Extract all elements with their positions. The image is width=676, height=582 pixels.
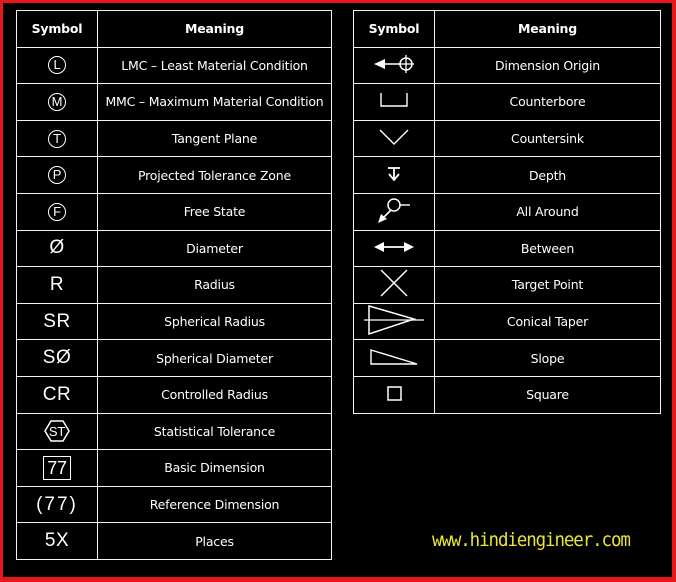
- table-row: R Radius: [16, 266, 332, 304]
- table-row: ST Statistical Tolerance: [16, 412, 332, 451]
- square-icon: [386, 385, 402, 401]
- meaning-cell: Places: [97, 522, 332, 560]
- meaning-cell: Countersink: [434, 119, 661, 158]
- diameter-icon: Ø: [49, 237, 65, 259]
- table-header: Symbol Meaning: [16, 10, 332, 48]
- header-symbol: Symbol: [353, 10, 435, 48]
- spherical-diameter-icon: SØ: [42, 347, 72, 369]
- table-row: L LMC – Least Material Condition: [16, 46, 332, 85]
- circled-l-icon: L: [48, 56, 66, 75]
- table-row: Ø Diameter: [16, 229, 332, 268]
- table-row: Square: [353, 375, 661, 414]
- meaning-cell: Counterbore: [434, 83, 661, 121]
- watermark-url: www.hindiengineer.com: [432, 529, 631, 551]
- table-row: Dimension Origin: [353, 46, 661, 85]
- table-row: Countersink: [353, 119, 661, 158]
- places-icon: 5X: [44, 530, 70, 552]
- table-row: T Tangent Plane: [16, 119, 332, 158]
- meaning-cell: Statistical Tolerance: [97, 412, 332, 451]
- header-meaning: Meaning: [97, 10, 332, 48]
- meaning-cell: Projected Tolerance Zone: [97, 156, 332, 194]
- table-header: Symbol Meaning: [353, 10, 661, 48]
- radius-icon: R: [49, 273, 65, 295]
- meaning-cell: Diameter: [97, 229, 332, 268]
- meaning-cell: Dimension Origin: [434, 46, 661, 85]
- meaning-cell: Reference Dimension: [97, 485, 332, 524]
- table-row: Between: [353, 229, 661, 268]
- countersink-icon: [379, 129, 409, 146]
- meaning-cell: Spherical Diameter: [97, 339, 332, 377]
- table-row: SR Spherical Radius: [16, 302, 332, 341]
- meaning-cell: Basic Dimension: [97, 449, 332, 487]
- symbol-table-right: Symbol Meaning Dimension Origin Counterb…: [353, 10, 661, 414]
- meaning-cell: LMC – Least Material Condition: [97, 46, 332, 85]
- basic-dimension-icon: 77: [43, 455, 71, 480]
- depth-icon: [387, 166, 401, 182]
- table-row: Target Point: [353, 266, 661, 304]
- table-row: Slope: [353, 339, 661, 377]
- spherical-radius-icon: SR: [43, 310, 71, 332]
- table-row: (77) Reference Dimension: [16, 485, 332, 524]
- controlled-radius-icon: CR: [42, 383, 72, 405]
- circled-m-icon: M: [48, 92, 66, 111]
- statistical-tolerance-icon: ST: [44, 420, 70, 443]
- table-row: 77 Basic Dimension: [16, 449, 332, 487]
- meaning-cell: Depth: [434, 156, 661, 194]
- meaning-cell: Radius: [97, 266, 332, 304]
- table-row: 5X Places: [16, 522, 332, 560]
- table-row: CR Controlled Radius: [16, 375, 332, 414]
- circled-f-icon: F: [48, 202, 66, 221]
- conical-taper-icon: [364, 304, 424, 336]
- symbol-table-left: Symbol Meaning L LMC – Least Material Co…: [16, 10, 332, 560]
- table-row: P Projected Tolerance Zone: [16, 156, 332, 194]
- circled-t-icon: T: [48, 129, 66, 148]
- circled-p-icon: P: [48, 166, 66, 185]
- table-row: Depth: [353, 156, 661, 194]
- table-row: Conical Taper: [353, 302, 661, 341]
- between-icon: [373, 241, 415, 253]
- meaning-cell: Conical Taper: [434, 302, 661, 341]
- table-row: F Free State: [16, 192, 332, 231]
- all-around-icon: [377, 197, 411, 224]
- meaning-cell: MMC – Maximum Material Condition: [97, 83, 332, 121]
- table-row: M MMC – Maximum Material Condition: [16, 83, 332, 121]
- meaning-cell: Slope: [434, 339, 661, 377]
- meaning-cell: Between: [434, 229, 661, 268]
- slope-icon: [369, 348, 419, 366]
- table-row: Counterbore: [353, 83, 661, 121]
- table-row: SØ Spherical Diameter: [16, 339, 332, 377]
- counterbore-icon: [380, 92, 408, 108]
- meaning-cell: Spherical Radius: [97, 302, 332, 341]
- table-row: All Around: [353, 192, 661, 231]
- meaning-cell: Tangent Plane: [97, 119, 332, 158]
- dimension-origin-icon: [373, 54, 415, 74]
- meaning-cell: Target Point: [434, 266, 661, 304]
- meaning-cell: Square: [434, 375, 661, 414]
- meaning-cell: Free State: [97, 192, 332, 231]
- meaning-cell: Controlled Radius: [97, 375, 332, 414]
- meaning-cell: All Around: [434, 192, 661, 231]
- target-point-icon: [380, 269, 408, 297]
- reference-dimension-icon: (77): [36, 493, 78, 515]
- header-meaning: Meaning: [434, 10, 661, 48]
- header-symbol: Symbol: [16, 10, 98, 48]
